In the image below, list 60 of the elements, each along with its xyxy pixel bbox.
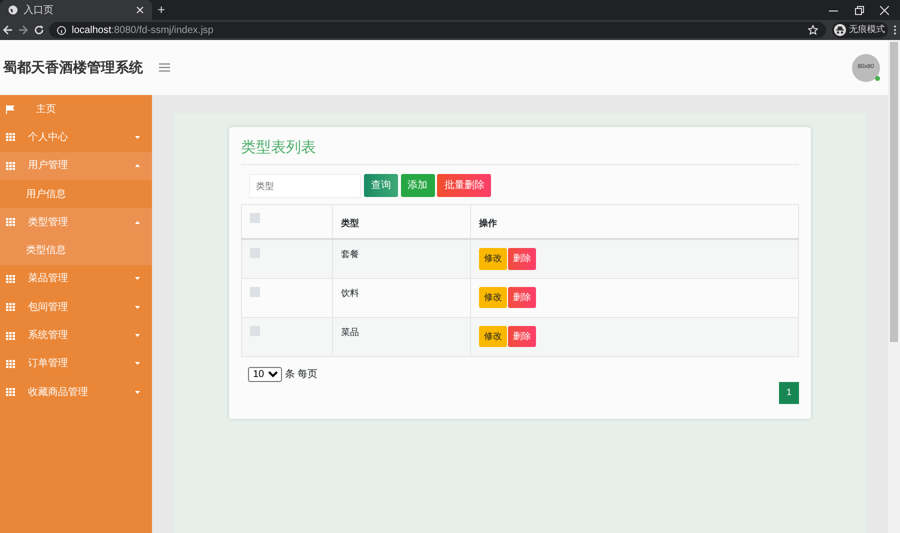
forward-icon[interactable] xyxy=(18,25,28,35)
sidebar-subitem[interactable]: 类型信息 xyxy=(0,236,152,265)
new-tab-button[interactable]: + xyxy=(152,0,171,20)
sidebar-item[interactable]: 系统管理 xyxy=(0,321,152,350)
url-text: localhost:8080/fd-ssmj/index.jsp xyxy=(72,24,214,38)
checkbox[interactable] xyxy=(250,326,260,336)
page-size-label: 条 每页 xyxy=(284,368,318,382)
app-title: 蜀都天香酒楼管理系统 xyxy=(2,58,143,77)
search-field[interactable]: 类型 xyxy=(249,174,361,198)
column-header: 类型 xyxy=(341,218,359,228)
edit-button[interactable]: 修改 xyxy=(479,286,507,308)
close-icon[interactable] xyxy=(880,6,889,14)
flag-icon xyxy=(6,104,15,114)
page-size-select[interactable]: 10 xyxy=(248,366,282,382)
sidebar-item[interactable]: 收藏商品管理 xyxy=(0,378,152,406)
table-cell: 套餐 xyxy=(341,249,359,259)
online-status-dot xyxy=(874,76,880,80)
browser-tab[interactable]: 入口页 xyxy=(0,0,152,20)
checkbox[interactable] xyxy=(250,286,260,296)
address-bar[interactable]: localhost:8080/fd-ssmj/index.jsp xyxy=(49,22,826,38)
menu-icon[interactable] xyxy=(159,63,170,72)
info-icon xyxy=(57,26,66,34)
sidebar-item[interactable]: 用户管理 xyxy=(0,152,152,180)
card-title: 类型表列表 xyxy=(241,137,799,164)
grid-icon xyxy=(6,162,15,170)
grid-icon xyxy=(6,388,15,396)
restore-icon[interactable] xyxy=(854,6,864,14)
star-icon[interactable] xyxy=(808,25,818,35)
edit-button[interactable]: 修改 xyxy=(479,248,507,270)
back-icon[interactable] xyxy=(2,25,13,35)
sidebar-item[interactable]: 订单管理 xyxy=(0,350,152,378)
grid-icon xyxy=(6,303,15,312)
delete-button[interactable]: 删除 xyxy=(508,248,536,270)
delete-button[interactable]: 删除 xyxy=(508,326,536,347)
table-cell: 菜品 xyxy=(341,326,359,336)
column-header: 操作 xyxy=(479,218,497,228)
batch-delete-button[interactable]: 批量删除 xyxy=(437,174,492,197)
sidebar-item[interactable]: 主页 xyxy=(0,95,152,124)
more-icon[interactable] xyxy=(893,25,898,35)
search-button[interactable]: 查询 xyxy=(364,174,398,197)
grid-icon xyxy=(6,218,15,226)
incognito-profile-button[interactable]: 无痕模式 xyxy=(832,22,888,38)
page-button[interactable]: 1 xyxy=(779,382,799,404)
delete-button[interactable]: 删除 xyxy=(508,286,536,308)
grid-icon xyxy=(6,360,15,368)
add-button[interactable]: 添加 xyxy=(400,174,434,197)
sidebar-item[interactable]: 包间管理 xyxy=(0,293,152,322)
checkbox[interactable] xyxy=(250,248,260,258)
sidebar-item[interactable]: 菜品管理 xyxy=(0,264,152,294)
sidebar-item[interactable]: 个人中心 xyxy=(0,123,152,152)
grid-icon xyxy=(6,133,15,142)
sidebar-item[interactable]: 类型管理 xyxy=(0,208,152,236)
incognito-icon xyxy=(834,24,846,36)
grid-icon xyxy=(6,332,15,340)
close-icon[interactable] xyxy=(136,6,144,14)
checkbox[interactable] xyxy=(250,212,260,222)
table-cell: 饮料 xyxy=(341,288,359,298)
edit-button[interactable]: 修改 xyxy=(479,326,507,347)
grid-icon xyxy=(6,274,15,283)
reload-icon[interactable] xyxy=(34,25,44,35)
